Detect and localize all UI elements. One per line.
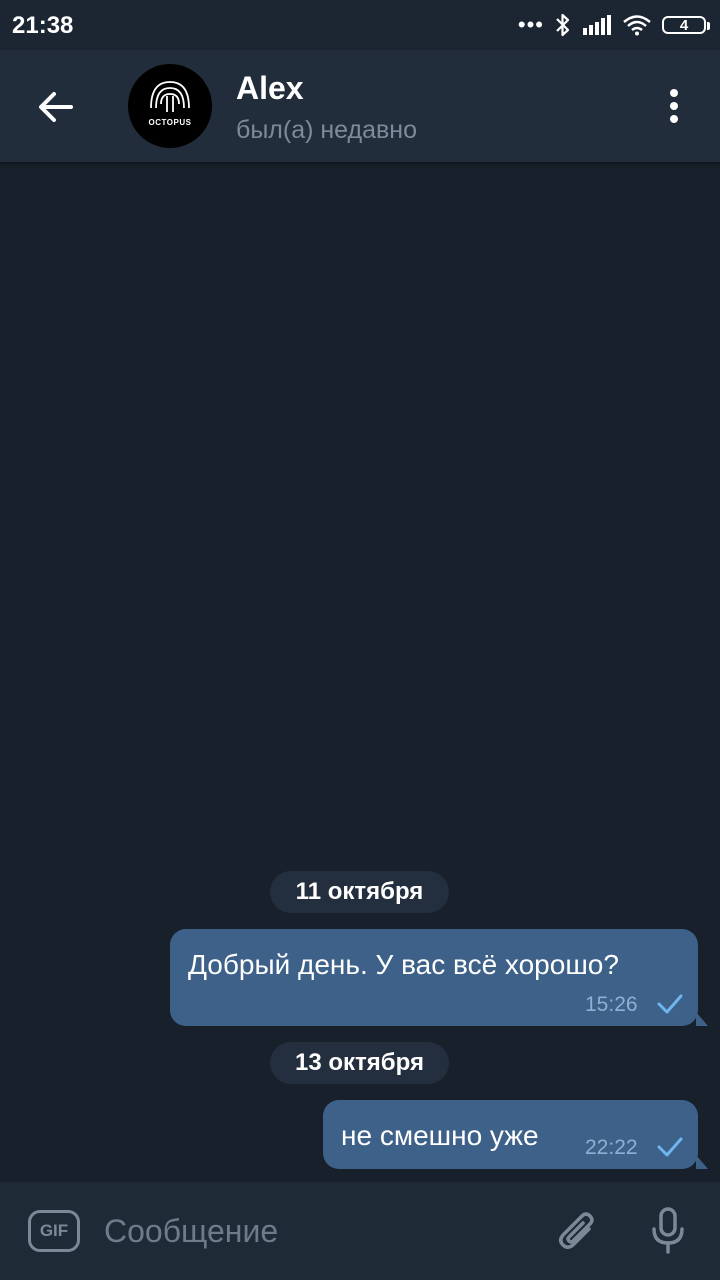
date-separator: 11 октября — [270, 871, 449, 913]
message-time: 15:26 — [585, 993, 638, 1016]
microphone-icon — [652, 1207, 684, 1254]
message-bubble[interactable]: не смешно уже 22:22 — [323, 1100, 708, 1169]
message-text: Добрый день. У вас всё хорошо? — [188, 949, 619, 980]
message-input[interactable] — [104, 1204, 524, 1258]
octopus-logo-icon — [150, 81, 190, 112]
attach-button[interactable] — [550, 1202, 606, 1260]
wifi-icon — [623, 15, 651, 36]
contact-name[interactable]: Alex — [236, 70, 304, 107]
check-icon — [657, 1137, 683, 1157]
gif-button[interactable]: GIF — [28, 1210, 80, 1252]
message-bubble[interactable]: Добрый день. У вас всё хорошо? 15:26 — [170, 929, 708, 1026]
battery-level: 4 — [679, 16, 689, 34]
back-button[interactable] — [24, 76, 86, 138]
bubble-tail — [696, 1155, 708, 1169]
chat-header: OCTOPUS Alex был(а) недавно — [0, 50, 720, 162]
voice-message-button[interactable] — [640, 1202, 696, 1260]
message-input-bar: GIF — [0, 1182, 720, 1280]
battery-icon: 4 — [662, 16, 710, 34]
message-text: не смешно уже — [341, 1120, 539, 1151]
more-dots-icon: ••• — [517, 12, 544, 37]
avatar-logo-text: OCTOPUS — [148, 118, 192, 127]
check-icon — [657, 994, 683, 1014]
signal-icon — [583, 15, 611, 35]
message-time: 22:22 — [585, 1136, 638, 1159]
avatar[interactable]: OCTOPUS — [128, 64, 212, 148]
contact-status: был(а) недавно — [236, 116, 418, 144]
arrow-left-icon — [39, 92, 73, 122]
status-icons: ••• 4 — [517, 10, 710, 40]
more-menu-button[interactable] — [654, 84, 694, 128]
paperclip-icon — [559, 1212, 594, 1249]
status-bar: 21:38 ••• 4 — [0, 0, 720, 50]
status-time: 21:38 — [12, 12, 74, 39]
more-vertical-icon — [670, 89, 678, 123]
bluetooth-icon — [556, 13, 570, 37]
date-separator: 13 октября — [270, 1042, 449, 1084]
bubble-tail — [696, 1012, 708, 1026]
